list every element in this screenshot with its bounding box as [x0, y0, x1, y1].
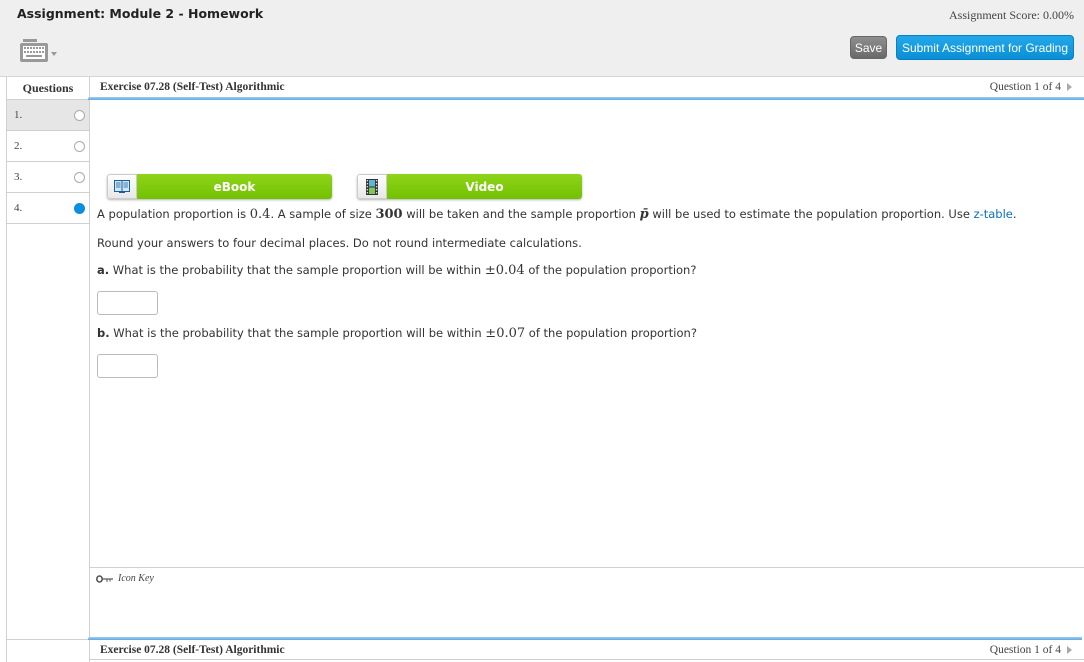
- question-number: 1.: [14, 109, 23, 121]
- icon-key-label: Icon Key: [118, 573, 154, 584]
- part-a-text: What is the probability that the sample …: [109, 262, 485, 277]
- sample-size-value: 300: [375, 207, 403, 222]
- ebook-label: eBook: [137, 174, 332, 199]
- icon-key-button[interactable]: Icon Key: [96, 573, 154, 584]
- question-number: 4.: [14, 202, 23, 214]
- part-a-label: a.: [97, 262, 110, 277]
- answered-status-icon: [74, 202, 85, 214]
- part-b-margin-value: ±0.07: [485, 325, 526, 341]
- intro-text: will be taken and the sample proportion: [402, 207, 640, 221]
- exercise-header: Exercise 07.28 (Self-Test) Algorithmic Q…: [90, 77, 1084, 97]
- question-content: A population proportion is 0.4. A sample…: [97, 207, 1077, 389]
- keyboard-icon[interactable]: [20, 39, 60, 63]
- part-b-text: What is the probability that the sample …: [109, 325, 486, 340]
- film-icon: [357, 174, 387, 199]
- assignment-score: Assignment Score: 0.00%: [949, 8, 1074, 22]
- part-a-question: a. What is the probability that the samp…: [97, 263, 1077, 280]
- part-a-answer-input[interactable]: [97, 290, 158, 315]
- question-number: 2.: [14, 140, 23, 152]
- intro-text: A population proportion is: [97, 207, 250, 221]
- instructions: Round your answers to four decimal place…: [97, 235, 582, 250]
- z-table-link[interactable]: z-table: [974, 207, 1013, 221]
- submit-assignment-button[interactable]: Submit Assignment for Grading: [896, 35, 1074, 60]
- intro-text: .: [1012, 207, 1017, 221]
- assignment-title: Assignment: Module 2 - Homework: [17, 6, 264, 21]
- exercise-footer: Exercise 07.28 (Self-Test) Algorithmic Q…: [90, 640, 1084, 660]
- footer-question-position: Question 1 of 4: [989, 643, 1061, 656]
- p-bar-symbol: p̄: [639, 207, 649, 222]
- question-navigator[interactable]: Question 1 of 4: [990, 81, 1072, 93]
- question-item-3[interactable]: 3.: [7, 162, 89, 193]
- key-icon: [96, 574, 113, 583]
- assignment-header: Assignment: Module 2 - Homework Assignme…: [0, 0, 1084, 77]
- question-position: Question 1 of 4: [989, 81, 1061, 93]
- ebook-button[interactable]: eBook: [107, 174, 332, 199]
- part-b-text: of the population proportion?: [525, 325, 697, 340]
- unanswered-status-icon: [74, 109, 85, 121]
- icon-key-divider: [90, 567, 1084, 568]
- save-button[interactable]: Save: [850, 36, 887, 59]
- part-a-margin-value: ±0.04: [484, 262, 525, 278]
- questions-sidebar: Questions 1. 2. 3. 4.: [6, 77, 90, 662]
- unanswered-status-icon: [74, 171, 85, 183]
- exercise-panel: Exercise 07.28 (Self-Test) Algorithmic Q…: [88, 77, 1084, 662]
- intro-text: . A sample of size: [270, 207, 376, 221]
- part-b-question: b. What is the probability that the samp…: [97, 326, 1077, 343]
- header-divider: [88, 97, 1084, 100]
- question-item-1[interactable]: 1.: [7, 100, 89, 131]
- part-b-label: b.: [97, 325, 110, 340]
- sidebar-divider: [7, 639, 89, 640]
- population-proportion-value: 0.4: [249, 207, 271, 222]
- book-icon: [107, 174, 137, 199]
- footer-exercise-title: Exercise 07.28 (Self-Test) Algorithmic: [100, 643, 285, 656]
- next-question-icon[interactable]: [1067, 83, 1072, 91]
- video-button[interactable]: Video: [357, 174, 582, 199]
- next-question-icon[interactable]: [1067, 645, 1072, 654]
- unanswered-status-icon: [74, 140, 85, 152]
- question-intro: A population proportion is 0.4. A sample…: [97, 207, 1077, 224]
- part-a-text: of the population proportion?: [524, 262, 697, 277]
- part-b-answer-input[interactable]: [97, 353, 158, 378]
- intro-text: will be used to estimate the population …: [648, 207, 974, 221]
- questions-heading: Questions: [7, 77, 89, 100]
- question-item-4[interactable]: 4.: [7, 193, 89, 224]
- exercise-title: Exercise 07.28 (Self-Test) Algorithmic: [100, 81, 285, 93]
- question-number: 3.: [14, 171, 23, 183]
- question-item-2[interactable]: 2.: [7, 131, 89, 162]
- footer-question-navigator[interactable]: Question 1 of 4: [990, 644, 1072, 656]
- video-label: Video: [387, 174, 582, 199]
